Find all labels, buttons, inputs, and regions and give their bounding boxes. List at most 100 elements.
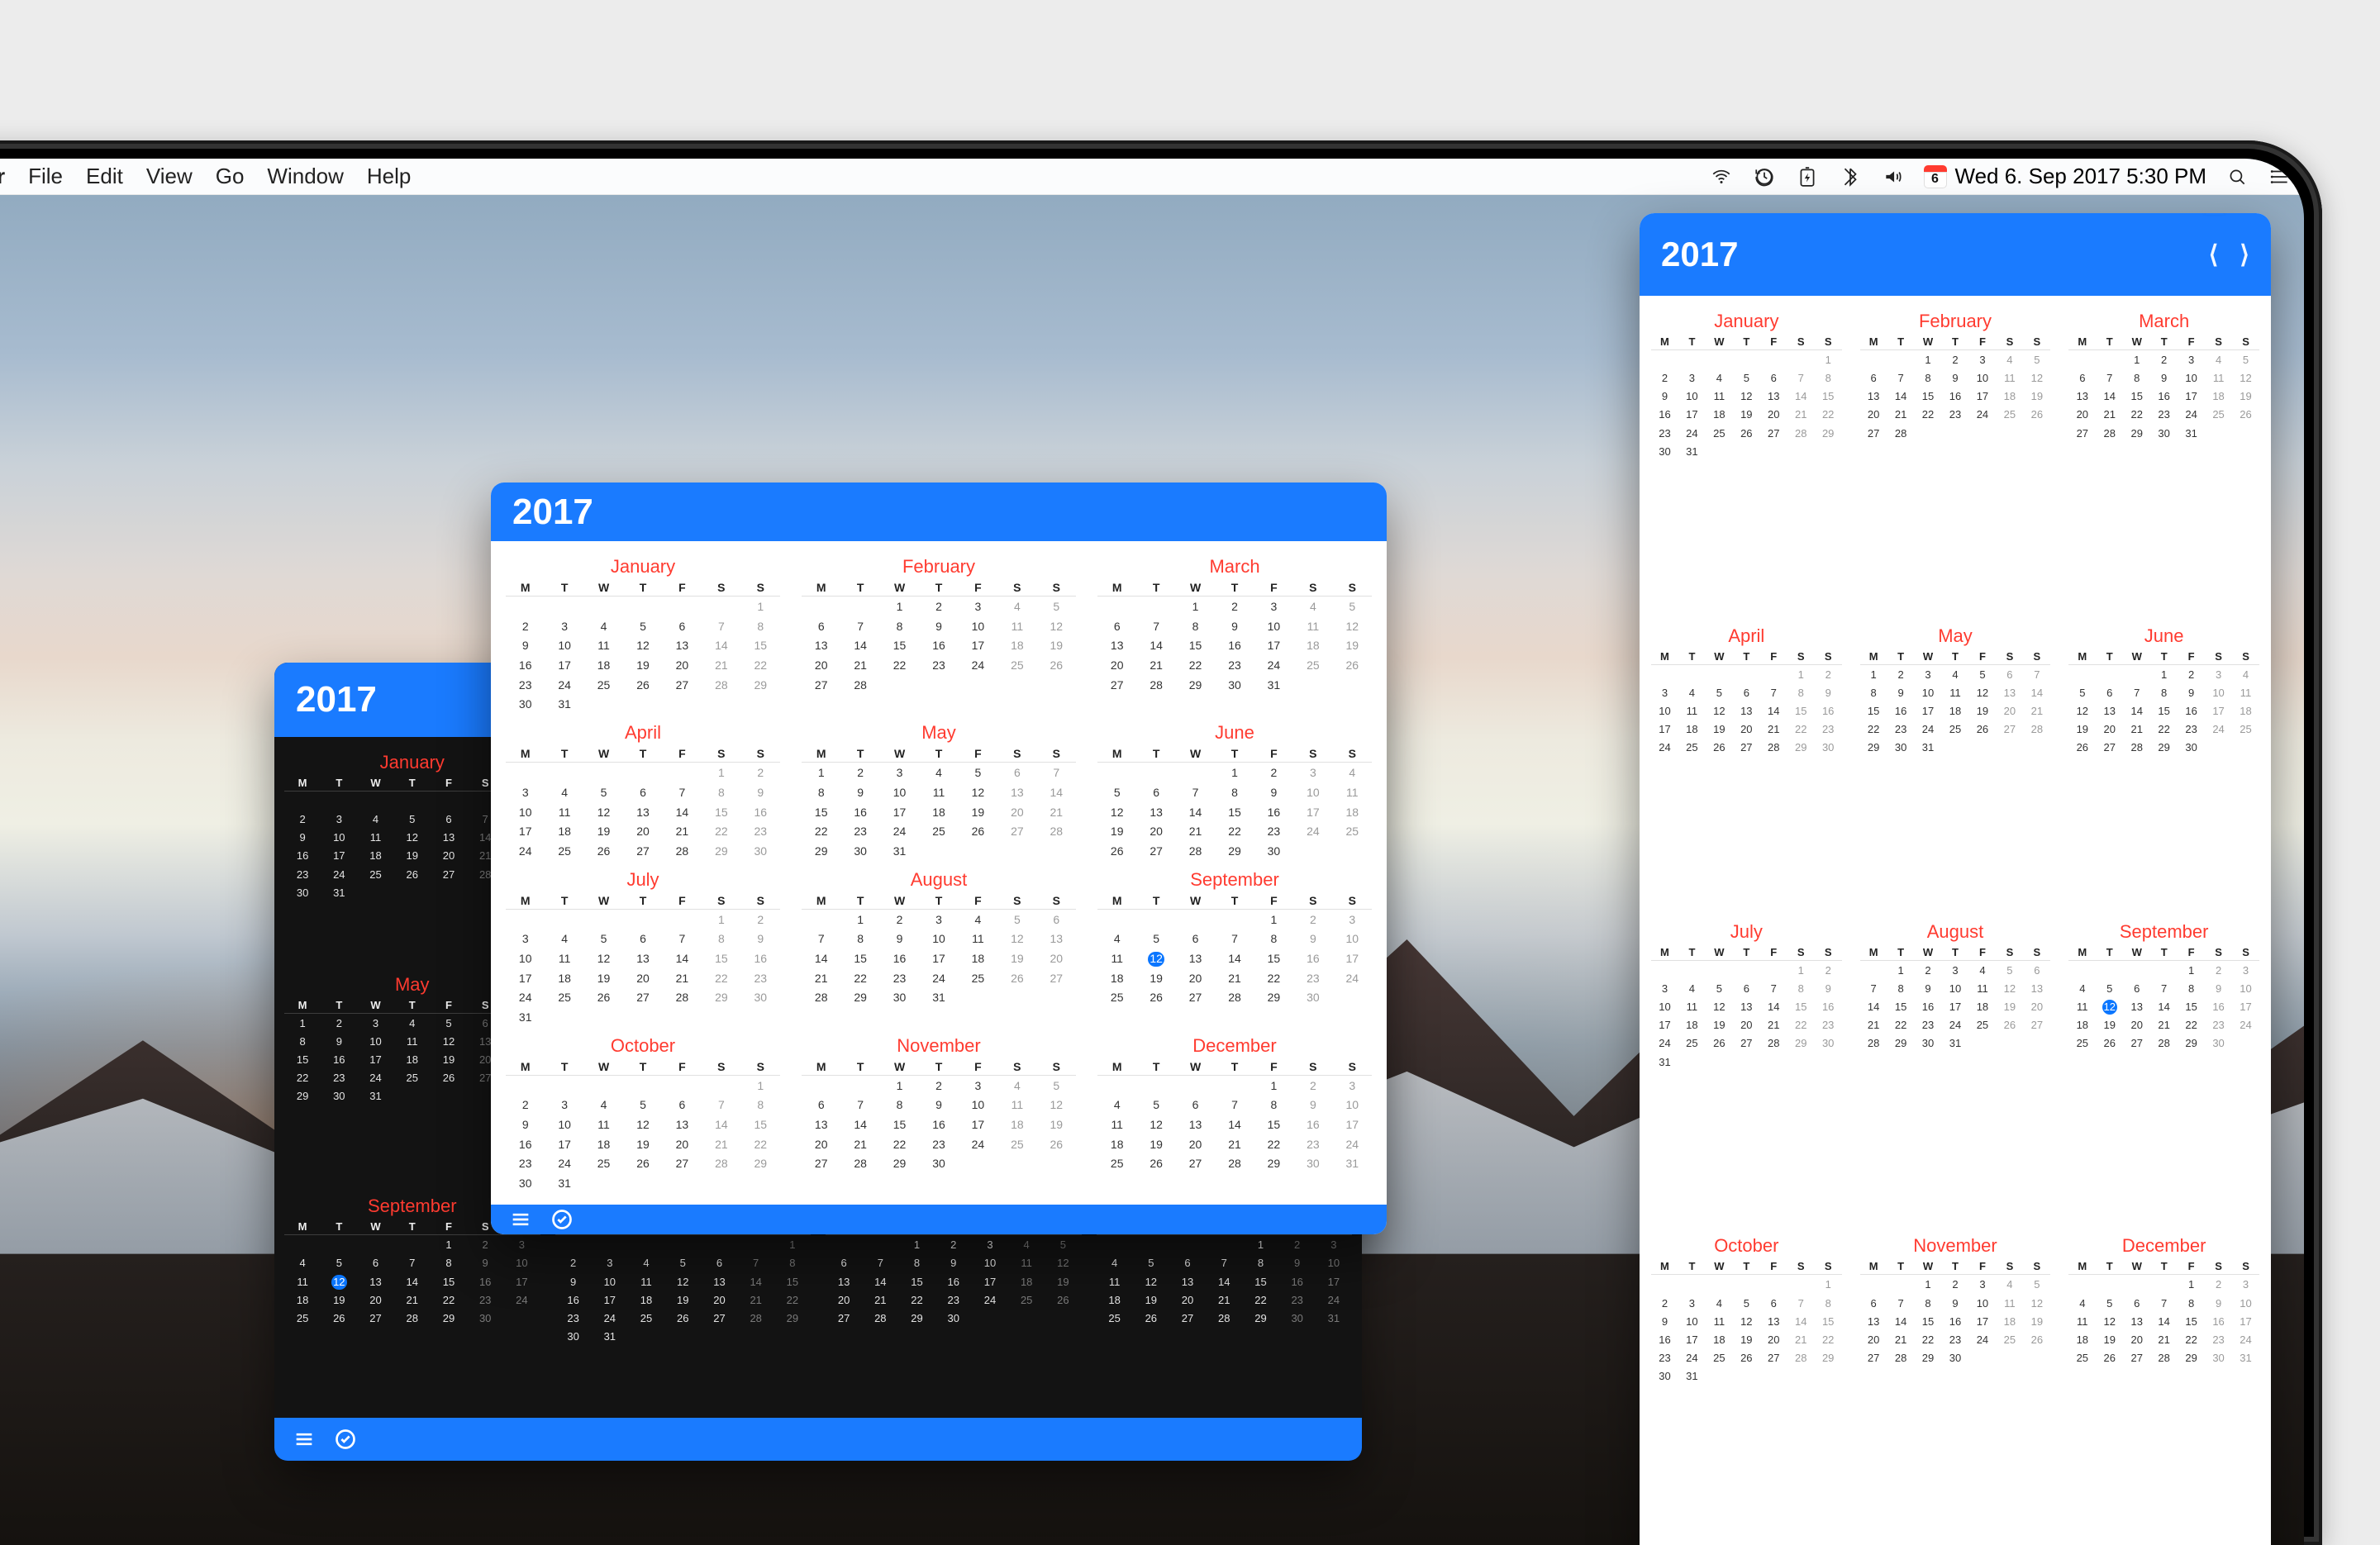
day-cell[interactable]: 18: [1706, 406, 1733, 423]
day-cell[interactable]: 17: [1316, 1274, 1352, 1291]
day-cell[interactable]: 16: [741, 804, 780, 822]
day-cell[interactable]: 12: [1733, 388, 1760, 405]
day-cell[interactable]: 26: [1996, 1017, 2023, 1034]
day-cell[interactable]: 13: [1136, 804, 1175, 822]
day-cell[interactable]: 18: [1097, 1136, 1136, 1154]
day-cell[interactable]: 21: [2023, 703, 2050, 720]
day-cell[interactable]: 13: [2123, 999, 2150, 1015]
day-cell[interactable]: 14: [1787, 388, 1815, 405]
day-cell[interactable]: 24: [919, 970, 958, 988]
day-cell[interactable]: 8: [1887, 981, 1915, 997]
day-cell[interactable]: 30: [1815, 739, 1842, 756]
day-cell[interactable]: 24: [2178, 406, 2205, 423]
day-cell[interactable]: 17: [1678, 406, 1706, 423]
menu-help[interactable]: Help: [367, 164, 411, 189]
day-cell[interactable]: 29: [1176, 677, 1215, 695]
day-cell[interactable]: 5: [1996, 963, 2023, 979]
day-cell[interactable]: 27: [1733, 739, 1760, 756]
day-cell[interactable]: 18: [1097, 1292, 1133, 1309]
day-cell[interactable]: 12: [1996, 981, 2023, 997]
day-cell[interactable]: 8: [741, 618, 780, 636]
day-cell[interactable]: 30: [1915, 1035, 1942, 1052]
day-cell[interactable]: 13: [1733, 703, 1760, 720]
day-cell[interactable]: 23: [1815, 721, 1842, 738]
day-cell[interactable]: 17: [1678, 1332, 1706, 1348]
day-cell[interactable]: 14: [2150, 999, 2178, 1015]
day-cell[interactable]: 30: [506, 1175, 545, 1193]
day-cell[interactable]: 21: [1215, 1136, 1254, 1154]
day-cell[interactable]: 15: [2178, 1314, 2205, 1330]
day-cell[interactable]: 25: [1678, 1035, 1706, 1052]
day-cell[interactable]: 12: [2068, 703, 2096, 720]
day-cell[interactable]: 24: [1651, 739, 1678, 756]
day-cell[interactable]: 7: [1787, 1295, 1815, 1312]
day-cell[interactable]: 14: [1136, 637, 1175, 655]
day-cell[interactable]: 8: [1787, 685, 1815, 701]
day-cell[interactable]: 4: [1097, 930, 1136, 948]
day-cell[interactable]: 9: [321, 1034, 357, 1050]
day-cell[interactable]: 18: [394, 1052, 431, 1068]
day-cell[interactable]: 2: [2150, 352, 2178, 368]
day-cell[interactable]: 1: [1176, 598, 1215, 616]
day-cell[interactable]: 15: [1915, 388, 1942, 405]
day-cell[interactable]: 14: [1760, 703, 1787, 720]
day-cell[interactable]: 7: [394, 1255, 431, 1272]
day-cell[interactable]: 21: [2123, 721, 2150, 738]
day-cell[interactable]: 17: [1915, 703, 1942, 720]
day-cell[interactable]: 15: [1176, 637, 1215, 655]
day-cell[interactable]: 24: [357, 1070, 393, 1086]
day-cell[interactable]: 13: [1037, 930, 1076, 948]
day-cell[interactable]: 22: [2178, 1017, 2205, 1034]
day-cell[interactable]: 13: [1860, 1314, 1887, 1330]
day-cell[interactable]: 2: [935, 1237, 972, 1253]
day-cell[interactable]: 1: [1242, 1237, 1278, 1253]
day-cell[interactable]: 2: [741, 764, 780, 782]
day-cell[interactable]: 1: [1254, 911, 1293, 929]
day-cell[interactable]: 11: [959, 930, 997, 948]
day-cell[interactable]: 1: [898, 1237, 935, 1253]
day-cell[interactable]: 4: [584, 618, 623, 636]
day-cell[interactable]: 20: [663, 1136, 702, 1154]
day-cell[interactable]: 31: [919, 989, 958, 1007]
day-cell[interactable]: 24: [1333, 970, 1372, 988]
day-cell[interactable]: 28: [840, 677, 879, 695]
day-cell[interactable]: 5: [431, 1015, 467, 1032]
day-cell[interactable]: 21: [2096, 406, 2123, 423]
day-cell[interactable]: 29: [1242, 1310, 1278, 1327]
day-cell[interactable]: 9: [467, 1255, 503, 1272]
day-cell[interactable]: 5: [1037, 598, 1076, 616]
day-cell[interactable]: 18: [959, 950, 997, 968]
day-cell[interactable]: 5: [1037, 1077, 1076, 1096]
day-cell[interactable]: 5: [1733, 370, 1760, 387]
day-cell[interactable]: 19: [2023, 1314, 2050, 1330]
day-cell[interactable]: 19: [1136, 970, 1175, 988]
day-cell[interactable]: 15: [1254, 950, 1293, 968]
day-cell[interactable]: 28: [1037, 823, 1076, 841]
day-cell[interactable]: 13: [1097, 637, 1136, 655]
day-cell[interactable]: 10: [1915, 685, 1942, 701]
day-cell[interactable]: 3: [1316, 1237, 1352, 1253]
day-cell[interactable]: 24: [592, 1310, 628, 1327]
day-cell[interactable]: 2: [919, 1077, 958, 1096]
day-cell[interactable]: 4: [584, 1096, 623, 1115]
day-cell[interactable]: 4: [284, 1255, 321, 1272]
day-cell[interactable]: 2: [506, 618, 545, 636]
day-cell[interactable]: 10: [959, 1096, 997, 1115]
day-cell[interactable]: 30: [506, 696, 545, 714]
day-cell[interactable]: 12: [2023, 370, 2050, 387]
day-cell[interactable]: 24: [972, 1292, 1008, 1309]
day-cell[interactable]: 5: [2023, 1276, 2050, 1293]
day-cell[interactable]: 23: [1651, 425, 1678, 442]
day-cell[interactable]: 30: [1651, 444, 1678, 460]
day-cell[interactable]: 2: [1915, 963, 1942, 979]
day-cell[interactable]: 6: [1176, 930, 1215, 948]
day-cell[interactable]: 6: [997, 764, 1036, 782]
day-cell[interactable]: 26: [1136, 989, 1175, 1007]
volume-icon[interactable]: [1881, 164, 1906, 189]
day-cell[interactable]: 13: [1176, 950, 1215, 968]
day-cell[interactable]: 8: [802, 784, 840, 802]
day-cell[interactable]: 16: [1942, 388, 1969, 405]
day-cell[interactable]: 8: [741, 1096, 780, 1115]
day-cell[interactable]: 1: [2178, 1276, 2205, 1293]
day-cell[interactable]: 28: [1136, 677, 1175, 695]
